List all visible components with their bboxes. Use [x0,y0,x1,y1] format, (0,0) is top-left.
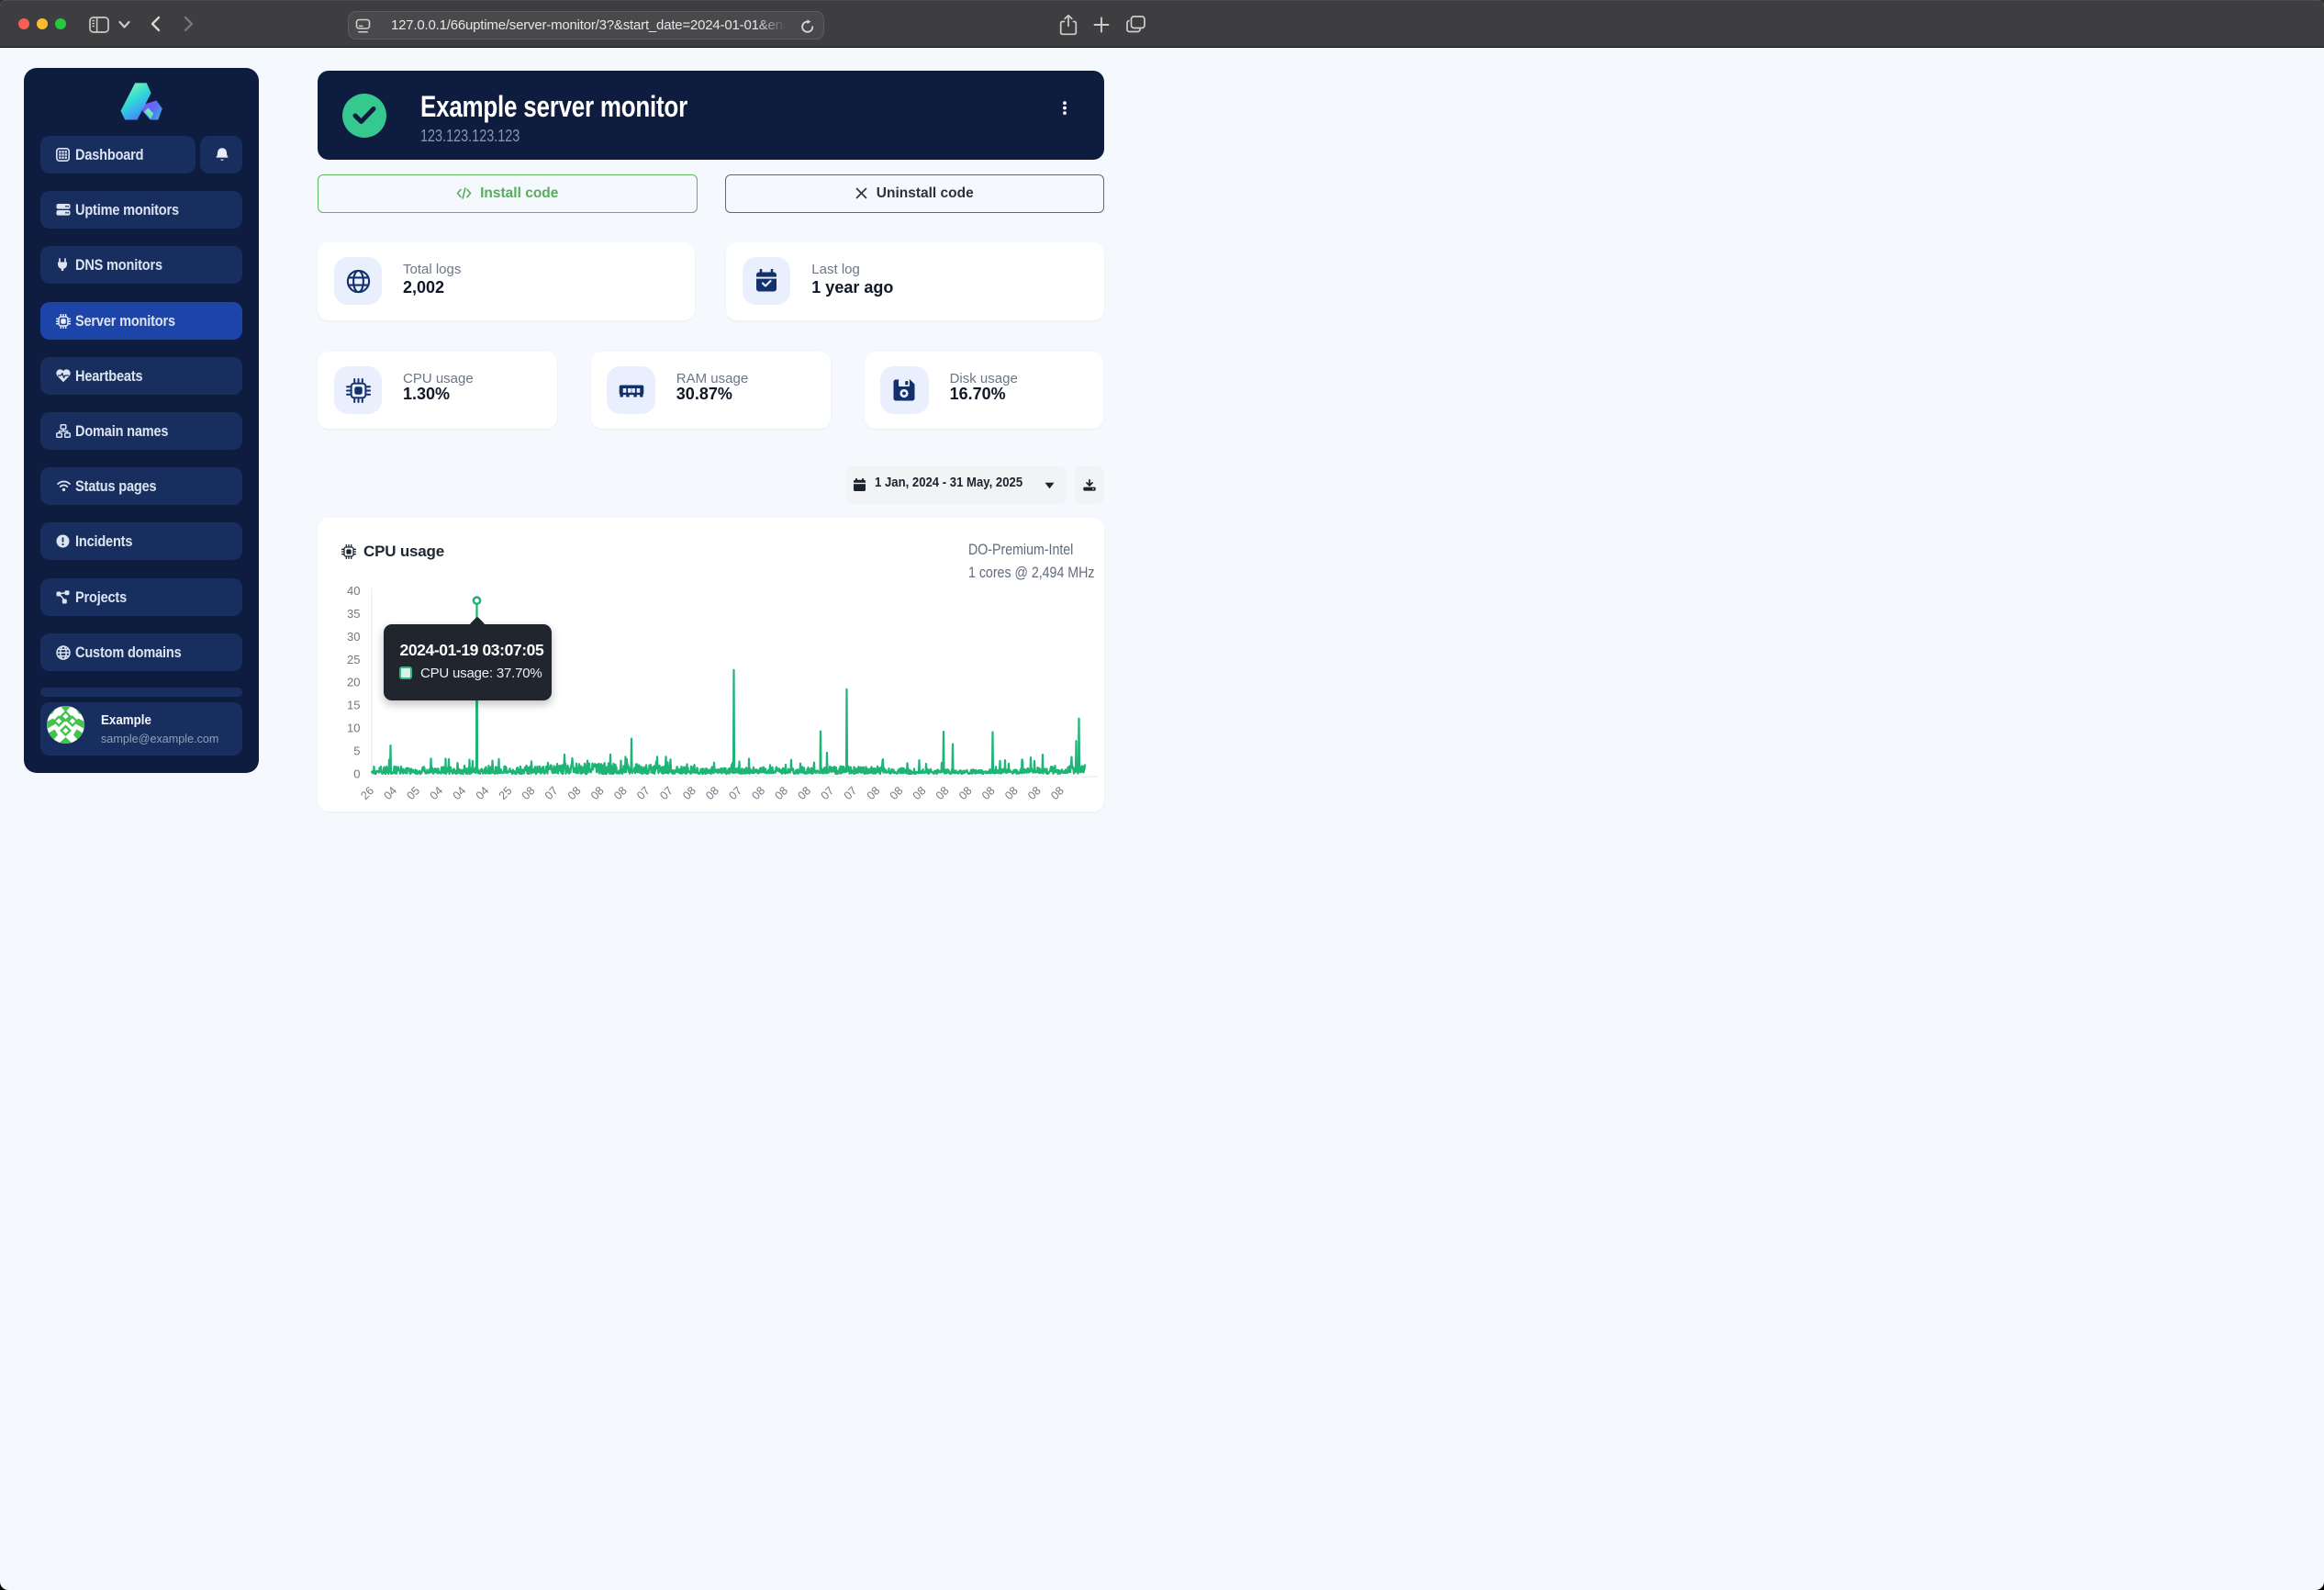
svg-text:05: 05 [404,784,422,802]
svg-text:35: 35 [347,606,360,620]
svg-text:07: 07 [819,784,837,802]
svg-text:04: 04 [428,784,446,802]
svg-text:08: 08 [956,784,975,802]
svg-text:08: 08 [611,784,630,802]
svg-text:40: 40 [347,584,360,598]
svg-text:07: 07 [542,784,561,802]
svg-text:08: 08 [1025,784,1044,802]
svg-text:20: 20 [347,675,360,689]
svg-text:08: 08 [1002,784,1021,802]
svg-text:07: 07 [634,784,653,802]
svg-text:30: 30 [347,629,360,643]
svg-text:25: 25 [347,652,360,666]
svg-text:25: 25 [497,784,515,802]
svg-text:08: 08 [703,784,721,802]
svg-text:10: 10 [347,721,360,734]
svg-text:07: 07 [657,784,676,802]
svg-text:08: 08 [749,784,767,802]
svg-text:07: 07 [726,784,744,802]
svg-text:08: 08 [565,784,584,802]
svg-text:08: 08 [772,784,790,802]
svg-text:26: 26 [358,784,376,802]
svg-text:07: 07 [842,784,860,802]
svg-text:08: 08 [888,784,906,802]
svg-text:08: 08 [865,784,883,802]
svg-text:08: 08 [588,784,607,802]
svg-text:08: 08 [933,784,952,802]
svg-text:08: 08 [1048,784,1067,802]
svg-text:04: 04 [474,784,492,802]
svg-text:08: 08 [520,784,538,802]
svg-text:08: 08 [911,784,929,802]
svg-text:15: 15 [347,698,360,711]
svg-text:0: 0 [353,767,360,780]
svg-text:08: 08 [795,784,813,802]
svg-text:08: 08 [680,784,698,802]
svg-text:08: 08 [979,784,998,802]
svg-text:04: 04 [381,784,399,802]
svg-text:04: 04 [451,784,469,802]
svg-text:5: 5 [353,744,360,757]
